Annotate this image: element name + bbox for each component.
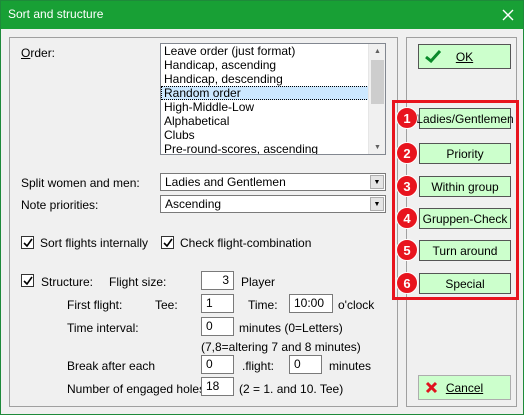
priorities-select[interactable]: Ascending ▼ bbox=[160, 195, 386, 213]
player-label: Player bbox=[241, 275, 276, 289]
close-icon bbox=[502, 9, 514, 21]
dialog-window: Sort and structure Order: Leave order (j… bbox=[0, 0, 524, 415]
scroll-down-icon[interactable]: ▼ bbox=[369, 140, 385, 154]
priorities-value: Ascending bbox=[165, 197, 222, 211]
break-label: Break after each bbox=[67, 359, 156, 373]
order-list-item[interactable]: Alphabetical bbox=[161, 114, 385, 128]
interval-note: (7,8=altering 7 and 8 minutes) bbox=[201, 340, 361, 354]
ok-button[interactable]: OK bbox=[418, 44, 511, 69]
interval-unit-label: minutes (0=Letters) bbox=[239, 321, 343, 335]
interval-label: Time interval: bbox=[67, 321, 139, 335]
split-select[interactable]: Ladies and Gentlemen ▼ bbox=[160, 173, 386, 191]
split-value: Ladies and Gentlemen bbox=[165, 175, 286, 189]
order-list-item[interactable]: High-Middle-Low bbox=[161, 100, 385, 114]
break-after-input[interactable]: 0 bbox=[201, 355, 234, 374]
flight-size-label: Flight size: bbox=[109, 275, 167, 289]
scroll-up-icon[interactable]: ▲ bbox=[369, 44, 385, 58]
order-label-mnemonic: O bbox=[21, 46, 31, 60]
tee-input[interactable]: 1 bbox=[201, 294, 234, 313]
chevron-down-icon[interactable]: ▼ bbox=[370, 175, 384, 189]
order-label-text: rder: bbox=[30, 46, 56, 60]
order-list-item[interactable]: Clubs bbox=[161, 128, 385, 142]
sort-flights-label: Sort flights internally bbox=[40, 236, 149, 250]
order-listbox[interactable]: Leave order (just format) Handicap, ascen… bbox=[160, 43, 386, 155]
priorities-label: Note priorities: bbox=[21, 198, 99, 212]
order-list: Leave order (just format) Handicap, ascen… bbox=[161, 44, 385, 154]
scroll-thumb[interactable] bbox=[371, 60, 384, 104]
flight-label: .flight: bbox=[242, 359, 275, 373]
flight-size-input[interactable]: 3 bbox=[201, 271, 234, 290]
holes-label: Number of engaged holes bbox=[67, 382, 206, 396]
first-flight-label: First flight: bbox=[67, 298, 123, 312]
check-flight-label: Check flight-combination bbox=[180, 236, 312, 250]
interval-input[interactable]: 0 bbox=[201, 317, 234, 336]
title-bar[interactable]: Sort and structure bbox=[1, 1, 523, 29]
cancel-label: Cancel bbox=[445, 380, 484, 395]
cross-icon bbox=[425, 381, 438, 394]
checkmark-icon bbox=[22, 276, 33, 285]
close-button[interactable] bbox=[493, 1, 523, 29]
order-list-item[interactable]: Handicap, descending bbox=[161, 72, 385, 86]
checkmark-icon bbox=[425, 50, 441, 63]
chevron-down-icon[interactable]: ▼ bbox=[370, 197, 384, 211]
minutes-label: minutes bbox=[329, 359, 372, 373]
split-label: Split women and men: bbox=[21, 176, 140, 190]
order-list-item[interactable]: Handicap, ascending bbox=[161, 58, 385, 72]
check-flight-checkbox[interactable] bbox=[161, 236, 174, 249]
window-title: Sort and structure bbox=[8, 7, 104, 21]
break-minutes-input[interactable]: 0 bbox=[289, 355, 322, 374]
oclock-label: o'clock bbox=[338, 298, 375, 312]
order-list-item[interactable]: Random order bbox=[161, 86, 385, 100]
order-scrollbar[interactable]: ▲ ▼ bbox=[368, 44, 385, 154]
checkmark-icon bbox=[22, 238, 33, 247]
sort-flights-checkbox[interactable] bbox=[21, 236, 34, 249]
structure-checkbox[interactable] bbox=[21, 274, 34, 287]
holes-note: (2 = 1. and 10. Tee) bbox=[239, 382, 344, 396]
time-input[interactable]: 10:00 bbox=[289, 294, 333, 313]
order-label: Order: bbox=[21, 46, 55, 60]
tee-label: Tee: bbox=[155, 298, 178, 312]
order-list-item[interactable]: Pre-round-scores, ascending bbox=[161, 142, 385, 154]
structure-label: Structure: bbox=[41, 275, 94, 289]
time-label: Time: bbox=[248, 298, 278, 312]
ok-label: OK bbox=[455, 49, 474, 64]
order-list-item[interactable]: Leave order (just format) bbox=[161, 44, 385, 58]
cancel-button[interactable]: Cancel bbox=[418, 375, 511, 400]
checkmark-icon bbox=[162, 238, 173, 247]
holes-input[interactable]: 18 bbox=[201, 377, 234, 396]
highlight-box bbox=[392, 100, 519, 300]
